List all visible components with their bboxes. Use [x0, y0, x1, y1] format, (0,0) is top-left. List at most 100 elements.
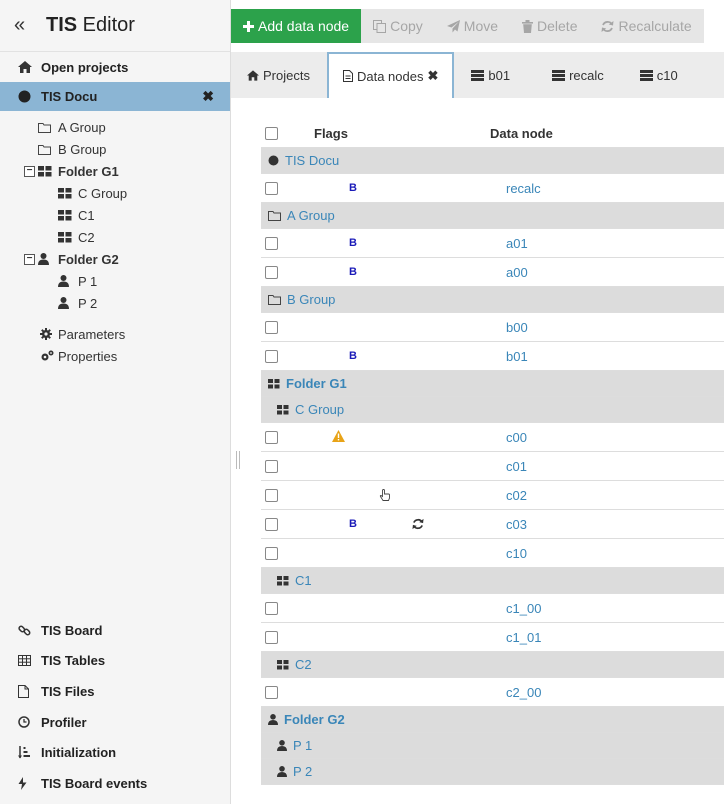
data-node-link[interactable]: c1_00 [506, 601, 541, 616]
row-checkbox[interactable] [265, 601, 278, 615]
table-row[interactable]: B a01 [261, 229, 724, 258]
table-row[interactable]: B recalc [261, 174, 724, 203]
tree-item-a-group[interactable]: A Group [0, 116, 230, 138]
file-text-icon [342, 70, 353, 82]
tree-item-c1[interactable]: C1 [0, 204, 230, 226]
nav-tis-files[interactable]: TIS Files [0, 676, 231, 707]
table-row[interactable]: c2_00 [261, 678, 724, 707]
row-checkbox[interactable] [265, 459, 278, 473]
table-row[interactable]: c10 [261, 539, 724, 568]
group-row-folder-g1[interactable]: Folder G1 [261, 371, 724, 397]
nav-tis-tables[interactable]: TIS Tables [0, 646, 231, 677]
data-node-link[interactable]: c03 [506, 517, 527, 532]
tree-item-b-group[interactable]: B Group [0, 138, 230, 160]
tab-c10[interactable]: c10 [634, 52, 692, 98]
row-checkbox[interactable] [265, 546, 278, 560]
tab-recalc[interactable]: recalc [540, 52, 634, 98]
table-row[interactable]: c1_00 [261, 594, 724, 623]
group-row-folder-g2[interactable]: Folder G2 [261, 707, 724, 733]
collapse-toggle-icon[interactable]: − [24, 165, 35, 177]
open-projects-link[interactable]: Open projects [0, 52, 230, 82]
sync-icon [412, 518, 424, 533]
tree-item-p1[interactable]: P 1 [0, 270, 230, 292]
flag-b: B [349, 518, 357, 530]
move-button[interactable]: Move [434, 9, 511, 43]
copy-button[interactable]: Copy [361, 9, 435, 43]
data-node-link[interactable]: c1_01 [506, 630, 541, 645]
home-icon [247, 69, 259, 81]
row-checkbox[interactable] [265, 236, 278, 250]
group-row-c-group[interactable]: C Group [261, 397, 724, 423]
close-project-icon[interactable]: ✖ [202, 88, 214, 105]
group-row-c1[interactable]: C1 [261, 568, 724, 594]
tree-item-p2[interactable]: P 2 [0, 292, 230, 314]
group-row-tis-docu[interactable]: TIS Docu [261, 148, 724, 174]
data-node-link[interactable]: c00 [506, 430, 527, 445]
delete-button[interactable]: Delete [510, 9, 590, 43]
table-row[interactable]: B c03 [261, 510, 724, 539]
row-checkbox[interactable] [265, 685, 278, 699]
data-node-link[interactable]: a01 [506, 236, 528, 251]
table-icon [18, 655, 41, 667]
table-row[interactable]: c01 [261, 452, 724, 481]
data-node-link[interactable]: b01 [506, 349, 528, 364]
group-row-b-group[interactable]: B Group [261, 287, 724, 313]
tab-b01[interactable]: b01 [454, 52, 540, 98]
nav-tis-board[interactable]: TIS Board [0, 615, 231, 646]
data-node-link[interactable]: c01 [506, 459, 527, 474]
row-checkbox[interactable] [265, 181, 278, 195]
data-node-link[interactable]: a00 [506, 265, 528, 280]
row-checkbox[interactable] [265, 349, 278, 363]
data-nodes-table: Flags Data node TIS Docu B recalc A Grou… [261, 120, 724, 785]
folder-icon [268, 294, 281, 305]
row-checkbox[interactable] [265, 265, 278, 279]
data-node-link[interactable]: c02 [506, 488, 527, 503]
table-row[interactable]: B b01 [261, 342, 724, 371]
tree-item-properties[interactable]: Properties [0, 345, 230, 367]
collapse-sidebar-icon[interactable]: « [14, 14, 46, 37]
table-row[interactable]: B a00 [261, 258, 724, 287]
group-row-p2[interactable]: P 2 [261, 759, 724, 785]
tab-projects[interactable]: Projects [231, 52, 327, 98]
toolbar: Add data node Copy Move Delete Recalcula… [231, 9, 704, 43]
data-node-link[interactable]: recalc [506, 181, 541, 196]
tree-item-folder-g1[interactable]: − Folder G1 [0, 160, 230, 182]
data-node-link[interactable]: b00 [506, 320, 528, 335]
table-row[interactable]: c02 [261, 481, 724, 510]
close-tab-icon[interactable]: ✖ [427, 68, 438, 84]
data-node-link[interactable]: c2_00 [506, 685, 541, 700]
collapse-toggle-icon[interactable]: − [24, 253, 35, 265]
nav-initialization[interactable]: Initialization [0, 737, 231, 768]
group-row-a-group[interactable]: A Group [261, 203, 724, 229]
add-data-node-button[interactable]: Add data node [231, 9, 362, 43]
sidebar-bottom-nav: TIS Board TIS Tables TIS Files Profiler … [0, 615, 231, 799]
nav-tis-board-events[interactable]: TIS Board events [0, 768, 231, 799]
table-row[interactable]: b00 [261, 313, 724, 342]
row-checkbox[interactable] [265, 320, 278, 334]
recalculate-button[interactable]: Recalculate [589, 9, 704, 43]
tree-item-folder-g2[interactable]: − Folder G2 [0, 248, 230, 270]
panel-splitter[interactable] [236, 451, 240, 469]
server-icon [552, 69, 566, 81]
select-all-checkbox[interactable] [265, 127, 278, 140]
active-project-item[interactable]: TIS Docu ✖ [0, 82, 230, 111]
link-icon [18, 624, 41, 637]
group-row-p1[interactable]: P 1 [261, 733, 724, 759]
tree-item-parameters[interactable]: Parameters [0, 323, 230, 345]
row-checkbox[interactable] [265, 630, 278, 644]
tree-item-c-group[interactable]: C Group [0, 182, 230, 204]
group-row-c2[interactable]: C2 [261, 652, 724, 678]
table-row[interactable]: c00 [261, 423, 724, 452]
tab-data-nodes[interactable]: Data nodes ✖ [326, 52, 455, 98]
row-checkbox[interactable] [265, 488, 278, 502]
tree-item-c2[interactable]: C2 [0, 226, 230, 248]
hand-pointer-icon [379, 489, 391, 504]
grid-icon [38, 165, 58, 177]
row-checkbox[interactable] [265, 430, 278, 444]
nav-profiler[interactable]: Profiler [0, 707, 231, 738]
gears-icon [40, 350, 58, 362]
row-checkbox[interactable] [265, 517, 278, 531]
table-row[interactable]: c1_01 [261, 623, 724, 652]
grid-icon [277, 404, 289, 415]
data-node-link[interactable]: c10 [506, 546, 527, 561]
